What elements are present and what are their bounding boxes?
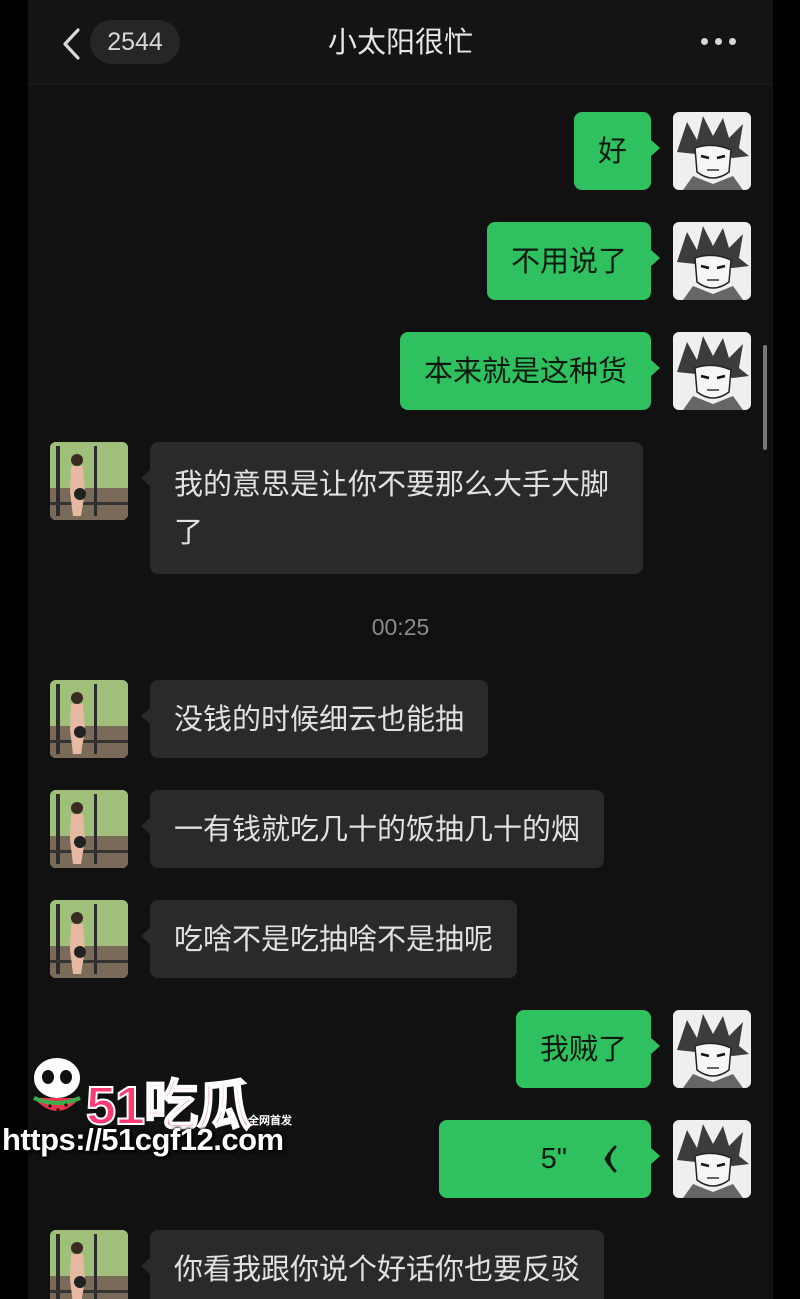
incoming-message[interactable]: 一有钱就吃几十的饭抽几十的烟 [140,790,605,868]
outgoing-message[interactable]: 我贼了 [515,1010,661,1088]
outgoing-message[interactable]: 不用说了 [486,222,661,300]
contact-avatar[interactable] [50,680,128,758]
scrollbar[interactable] [763,345,767,450]
voice-message[interactable]: 5" [439,1120,660,1198]
self-avatar[interactable] [673,112,751,190]
contact-avatar[interactable] [50,1230,128,1299]
incoming-message[interactable]: 没钱的时候细云也能抽 [140,680,489,758]
contact-avatar[interactable] [50,900,128,978]
panda-mascot-icon [30,1054,84,1112]
outgoing-message[interactable]: 本来就是这种货 [399,332,661,410]
self-avatar[interactable] [673,222,751,300]
voice-wave-icon [604,1145,617,1173]
message-timestamp: 00:25 [371,614,430,640]
contact-avatar[interactable] [50,790,128,868]
incoming-message[interactable]: 你看我跟你说个好话你也要反驳 [140,1230,605,1299]
chat-title: 小太阳很忙 [327,25,473,59]
watermark-url: https://51cgf12.com [2,1122,284,1157]
more-options-icon[interactable] [701,38,737,48]
chat-header: 2544 小太阳很忙 [28,0,773,85]
self-avatar[interactable] [673,1120,751,1198]
outgoing-message[interactable]: 好 [573,112,661,190]
watermark: 51吃瓜 全网首发 https://51cgf12.com [0,1052,310,1162]
contact-avatar[interactable] [50,442,128,520]
incoming-message[interactable]: 我的意思是让你不要那么大手大脚了 [141,442,643,574]
voice-duration: 5" [540,1143,567,1175]
incoming-message[interactable]: 吃啥不是吃抽啥不是抽呢 [140,900,518,978]
self-avatar[interactable] [673,332,751,410]
self-avatar[interactable] [673,1010,751,1088]
